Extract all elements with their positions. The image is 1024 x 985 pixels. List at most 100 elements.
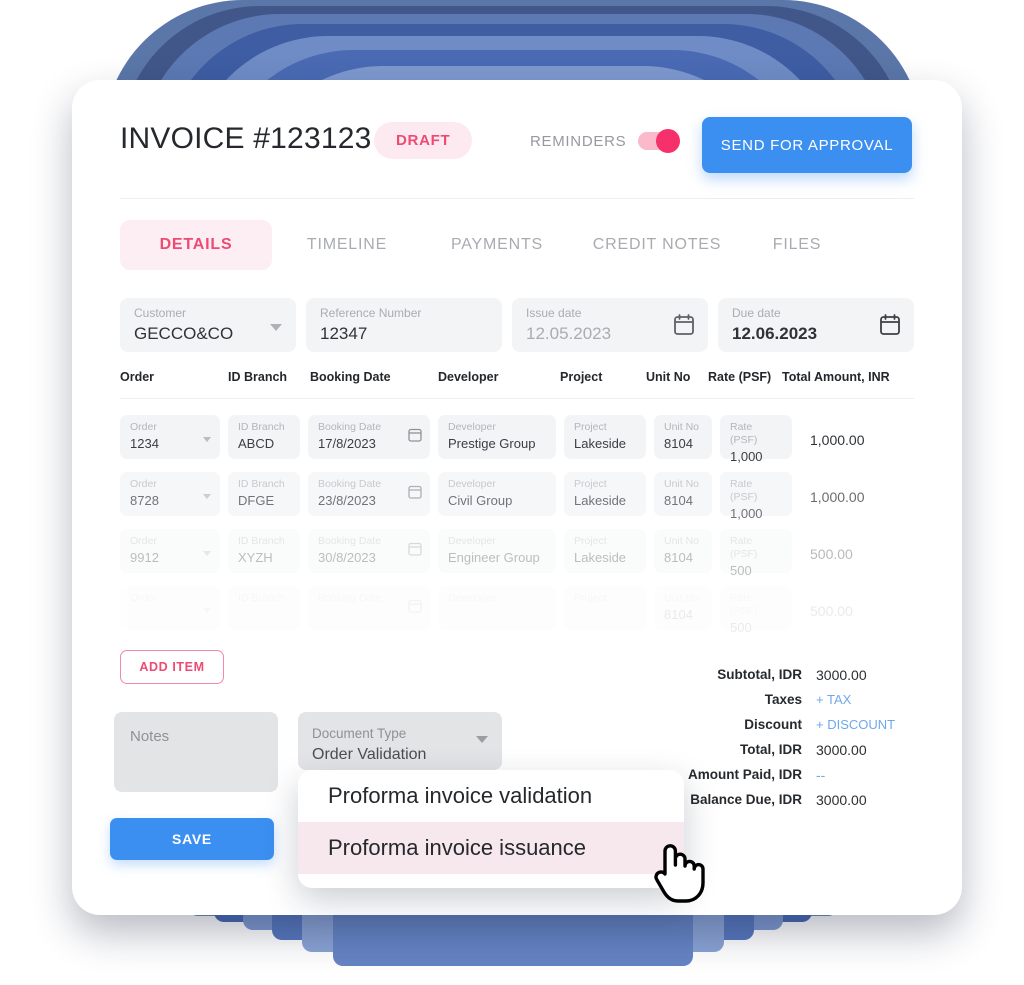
calendar-icon[interactable] <box>408 598 422 613</box>
tab-timeline[interactable]: TIMELINE <box>272 220 422 270</box>
table-row[interactable]: Order ID Branch Booking Date Developer P… <box>120 583 914 635</box>
cell-value: 1,000.00 <box>810 489 865 505</box>
cell-rate[interactable]: Rate (PSF) 500 <box>720 529 792 578</box>
cell-value: 1,000 <box>730 449 763 464</box>
table-header-row: Order ID Branch Booking Date Developer P… <box>120 370 914 396</box>
cell-project[interactable]: Project Lakeside <box>564 529 646 573</box>
column-header-booking-date: Booking Date <box>310 370 391 384</box>
reference-number-value: 12347 <box>320 324 368 343</box>
chevron-down-icon <box>203 494 211 499</box>
cursor-hand-icon <box>654 844 705 903</box>
cell-label: ID Branch <box>238 535 285 547</box>
cell-id-branch[interactable]: ID Branch XYZH <box>228 529 300 573</box>
customer-value: GECCO&CO <box>134 324 234 343</box>
tab-credit-notes[interactable]: CREDIT NOTES <box>572 220 742 270</box>
cell-value: Lakeside <box>574 436 627 451</box>
tab-bar: DETAILS TIMELINE PAYMENTS CREDIT NOTES F… <box>120 220 852 270</box>
tab-files[interactable]: FILES <box>742 220 852 270</box>
cell-booking-date[interactable]: Booking Date 23/8/2023 <box>308 472 430 516</box>
calendar-icon[interactable] <box>408 484 422 499</box>
due-date-field[interactable]: Due date 12.06.2023 <box>718 298 914 352</box>
calendar-icon[interactable] <box>408 427 422 442</box>
cell-booking-date[interactable]: Booking Date <box>308 586 430 630</box>
cell-rate[interactable]: Rate (PSF) 1,000 <box>720 415 792 464</box>
send-for-approval-button[interactable]: SEND FOR APPROVAL <box>702 117 912 173</box>
cell-value: 8728 <box>130 493 159 508</box>
add-discount-link[interactable]: + DISCOUNT <box>802 717 895 732</box>
calendar-icon[interactable] <box>408 541 422 556</box>
cell-project[interactable]: Project Lakeside <box>564 415 646 459</box>
reminders-control[interactable]: REMINDERS <box>530 129 681 153</box>
dropdown-option-proforma-invoice-issuance[interactable]: Proforma invoice issuance <box>298 822 684 874</box>
cell-label: Booking Date <box>318 535 382 547</box>
customer-label: Customer <box>134 306 187 320</box>
add-item-button[interactable]: ADD ITEM <box>120 650 224 684</box>
column-header-developer: Developer <box>438 370 499 384</box>
column-header-order: Order <box>120 370 155 384</box>
cell-label: Developer <box>448 478 496 490</box>
totals-row-amount-paid: Amount Paid, IDR -- <box>670 762 914 787</box>
cell-label: Booking Date <box>318 421 382 433</box>
totals-label: Taxes <box>764 692 802 707</box>
cell-booking-date[interactable]: Booking Date 17/8/2023 <box>308 415 430 459</box>
cell-label: ID Branch <box>238 421 285 433</box>
toggle-knob <box>656 129 681 153</box>
cell-developer[interactable]: Developer Prestige Group <box>438 415 556 459</box>
cell-value: 1,000 <box>730 506 763 521</box>
totals-label: Total, IDR <box>740 742 802 757</box>
totals-label: Subtotal, IDR <box>717 667 802 682</box>
due-date-value: 12.06.2023 <box>732 324 818 343</box>
cell-id-branch[interactable]: ID Branch <box>228 586 300 630</box>
cell-value: 23/8/2023 <box>318 493 376 508</box>
cell-label: Rate (PSF) <box>730 421 758 446</box>
table-row[interactable]: Order 8728 ID Branch DFGE Booking Date 2… <box>120 469 914 521</box>
cell-unit-no[interactable]: Unit No 8104 <box>654 415 712 459</box>
cell-label: Project <box>574 478 607 490</box>
dropdown-option-proforma-invoice-validation[interactable]: Proforma invoice validation <box>298 770 684 822</box>
customer-select[interactable]: Customer GECCO&CO <box>120 298 296 352</box>
cell-value: XYZH <box>238 550 273 565</box>
chevron-down-icon <box>203 608 211 613</box>
document-type-select[interactable]: Document Type Order Validation <box>298 712 502 770</box>
cell-value: 8104 <box>664 550 693 565</box>
add-tax-link[interactable]: + TAX <box>802 692 851 707</box>
save-button[interactable]: SAVE <box>110 818 274 860</box>
cell-value: 9912 <box>130 550 159 565</box>
cell-id-branch[interactable]: ID Branch ABCD <box>228 415 300 459</box>
cell-developer[interactable]: Developer Engineer Group <box>438 529 556 573</box>
calendar-icon[interactable] <box>674 314 694 335</box>
cell-id-branch[interactable]: ID Branch DFGE <box>228 472 300 516</box>
cell-developer[interactable]: Developer <box>438 586 556 630</box>
cell-label: Unit No <box>664 535 700 547</box>
cell-unit-no[interactable]: Unit No 8104 <box>654 586 712 630</box>
column-header-project: Project <box>560 370 603 384</box>
cell-value: 500 <box>730 563 752 578</box>
column-header-total-amount: Total Amount, INR <box>782 370 890 384</box>
cell-value: Civil Group <box>448 493 513 508</box>
reminders-toggle[interactable] <box>638 129 681 153</box>
cell-order[interactable]: Order 1234 <box>120 415 220 459</box>
cell-order[interactable]: Order 8728 <box>120 472 220 516</box>
table-row[interactable]: Order 1234 ID Branch ABCD Booking Date 1… <box>120 412 914 464</box>
cell-developer[interactable]: Developer Civil Group <box>438 472 556 516</box>
cell-project[interactable]: Project <box>564 586 646 630</box>
tab-details[interactable]: DETAILS <box>120 220 272 270</box>
cell-order[interactable]: Order <box>120 586 220 630</box>
cell-unit-no[interactable]: Unit No 8104 <box>654 529 712 573</box>
notes-input[interactable] <box>114 712 278 792</box>
cell-rate[interactable]: Rate (PSF) 1,000 <box>720 472 792 521</box>
cell-value: DFGE <box>238 493 275 508</box>
cell-value: 1234 <box>130 436 159 451</box>
cell-value: 8104 <box>664 607 693 622</box>
reference-number-field[interactable]: Reference Number 12347 <box>306 298 502 352</box>
cell-rate[interactable]: Rate (PSF) 500 <box>720 586 792 635</box>
cell-total-amount: 500.00 <box>800 586 912 630</box>
table-row[interactable]: Order 9912 ID Branch XYZH Booking Date 3… <box>120 526 914 578</box>
cell-unit-no[interactable]: Unit No 8104 <box>654 472 712 516</box>
cell-booking-date[interactable]: Booking Date 30/8/2023 <box>308 529 430 573</box>
calendar-icon[interactable] <box>880 314 900 335</box>
tab-payments[interactable]: PAYMENTS <box>422 220 572 270</box>
issue-date-field[interactable]: Issue date 12.05.2023 <box>512 298 708 352</box>
cell-order[interactable]: Order 9912 <box>120 529 220 573</box>
cell-project[interactable]: Project Lakeside <box>564 472 646 516</box>
